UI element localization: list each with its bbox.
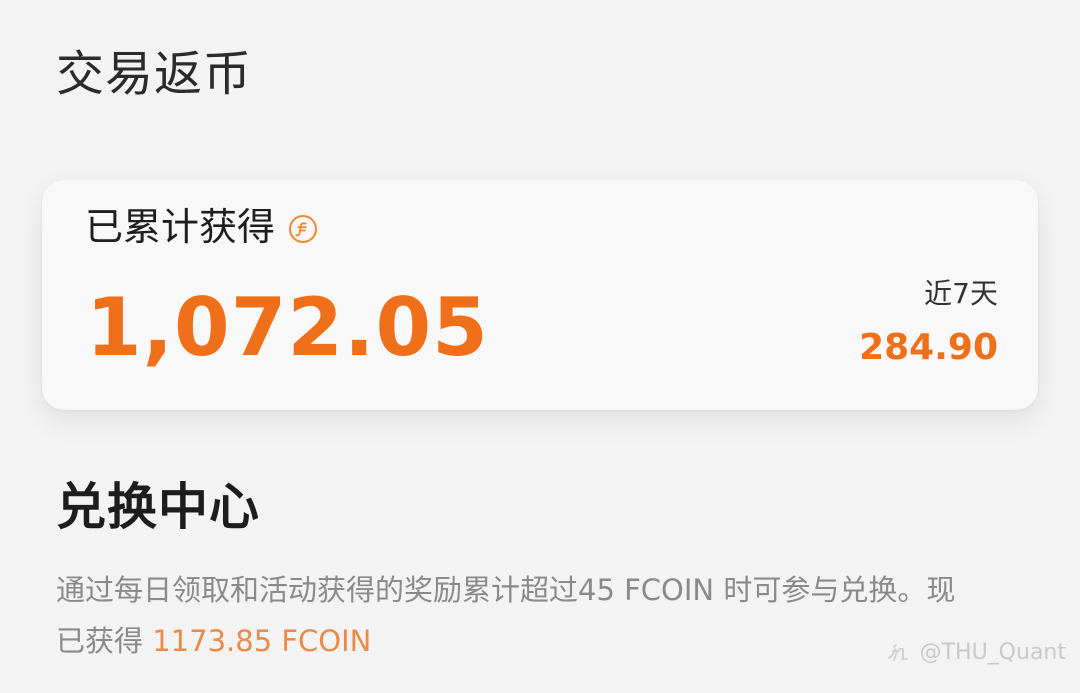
exchange-description: 通过每日领取和活动获得的奖励累计超过45 FCOIN 时可参与兑换。现已获得 1… <box>56 565 976 667</box>
watermark: @THU_Quant <box>886 640 1066 665</box>
rebate-page: 交易返币 已累计获得 1,072.05 近7天 284.90 兑换中心 通过每日… <box>0 0 1080 693</box>
summary-label-row: 已累计获得 <box>85 205 318 249</box>
accumulated-label: 已累计获得 <box>85 205 276 249</box>
page-title: 交易返币 <box>56 46 253 102</box>
recent-7-days-block: 近7天 284.90 <box>859 280 998 366</box>
coin-icon <box>289 215 318 243</box>
watermark-icon <box>886 643 912 663</box>
exchange-center-title: 兑换中心 <box>56 478 260 536</box>
current-fcoin-amount: 1173.85 FCOIN <box>152 624 372 658</box>
recent-7-days-label: 近7天 <box>924 277 998 310</box>
rebate-summary-card: 已累计获得 1,072.05 近7天 284.90 <box>42 180 1038 410</box>
recent-7-days-value: 284.90 <box>859 327 998 368</box>
total-rebate-value: 1,072.05 <box>86 281 489 374</box>
watermark-text: @THU_Quant <box>919 640 1066 665</box>
